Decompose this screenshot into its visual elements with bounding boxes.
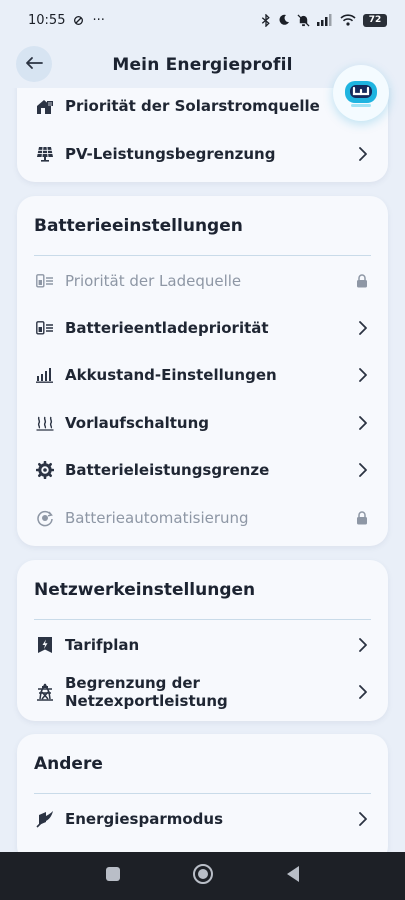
solar-settings-card: Priorität der Solarstromquelle PV-Leistu… <box>17 88 388 182</box>
menu-item-tariff-plan[interactable]: Tarifplan <box>17 623 388 667</box>
recents-button[interactable] <box>99 862 127 890</box>
menu-item-energy-saving-mode[interactable]: Energiesparmodus <box>17 797 388 841</box>
menu-item-label: Priorität der Ladequelle <box>65 272 242 290</box>
chevron-right-icon <box>354 320 370 336</box>
chevron-right-icon <box>354 367 370 383</box>
page-title: Mein Energieprofil <box>112 55 293 75</box>
menu-item-battery-level-settings[interactable]: Akkustand-Einstellungen <box>17 353 388 397</box>
menu-item-label: Vorlaufschaltung <box>65 414 209 432</box>
section-title: Andere <box>34 754 103 774</box>
grid-tower-icon <box>35 682 55 702</box>
bluetooth-icon <box>261 13 271 27</box>
sync-icon <box>73 15 84 26</box>
bars-level-icon <box>35 365 55 385</box>
auto-cycle-icon <box>35 508 55 528</box>
chevron-right-icon <box>354 684 370 700</box>
arrow-left-icon <box>25 55 43 74</box>
section-title: Batterieeinstellungen <box>34 216 243 236</box>
menu-item-charge-source-priority[interactable]: Priorität der Ladequelle <box>17 259 388 303</box>
back-nav-button[interactable] <box>279 862 307 890</box>
network-settings-card: Netzwerkeinstellungen Tarifplan Begrenzu… <box>17 560 388 721</box>
mute-bell-icon <box>297 13 310 27</box>
menu-item-battery-automation[interactable]: Batterieautomatisierung <box>17 496 388 540</box>
status-more-dots: ··· <box>92 12 105 28</box>
menu-item-label: Priorität der Solarstromquelle <box>65 97 320 115</box>
home-button[interactable] <box>189 862 217 890</box>
status-time: 10:55 <box>28 12 66 28</box>
assistant-robot-button[interactable] <box>333 65 389 121</box>
lock-icon <box>354 273 370 289</box>
other-settings-card: Andere Energiesparmodus <box>17 734 388 852</box>
menu-item-label: Batterieleistungsgrenze <box>65 461 270 479</box>
menu-item-label: Batterieentladepriorität <box>65 319 269 337</box>
menu-item-battery-discharge-priority[interactable]: Batterieentladepriorität <box>17 306 388 350</box>
triangle-back-icon <box>285 865 301 887</box>
solar-panel-icon <box>35 144 55 164</box>
gear-icon <box>35 460 55 480</box>
status-bar: 10:55 ··· 72 <box>0 0 405 40</box>
menu-item-grid-export-limit[interactable]: Begrenzung der Netzexportleistung <box>17 670 388 714</box>
menu-item-label: PV-Leistungsbegrenzung <box>65 145 276 163</box>
menu-item-label: Akkustand-Einstellungen <box>65 366 277 384</box>
system-navigation-bar <box>0 852 405 900</box>
eco-leaf-icon <box>35 809 55 829</box>
section-divider <box>34 793 371 794</box>
settings-list[interactable]: Priorität der Solarstromquelle PV-Leistu… <box>0 88 405 852</box>
menu-item-pv-limit[interactable]: PV-Leistungsbegrenzung <box>17 132 388 176</box>
menu-item-label: Energiesparmodus <box>65 810 224 828</box>
square-icon <box>105 866 121 886</box>
robot-icon <box>341 71 381 115</box>
heat-waves-icon <box>35 413 55 433</box>
battery-list-icon <box>35 271 55 291</box>
battery-level: 72 <box>363 13 387 27</box>
menu-item-label: Tarifplan <box>65 636 140 654</box>
home-circle-icon <box>192 863 214 889</box>
menu-item-battery-power-limit[interactable]: Batterieleistungsgrenze <box>17 448 388 492</box>
lock-icon <box>354 510 370 526</box>
signal-icon <box>317 14 333 26</box>
house-solar-icon <box>35 96 55 116</box>
battery-list-icon <box>35 318 55 338</box>
section-divider <box>34 619 371 620</box>
tariff-bolt-icon <box>35 635 55 655</box>
menu-item-label: Begrenzung der Netzexportleistung <box>65 674 228 710</box>
menu-item-preheating[interactable]: Vorlaufschaltung <box>17 401 388 445</box>
chevron-right-icon <box>354 462 370 478</box>
section-title: Netzwerkeinstellungen <box>34 580 256 600</box>
chevron-right-icon <box>354 637 370 653</box>
section-divider <box>34 255 371 256</box>
chevron-right-icon <box>354 146 370 162</box>
back-button[interactable] <box>16 46 52 82</box>
menu-item-label: Batterieautomatisierung <box>65 509 249 527</box>
moon-icon <box>278 14 290 26</box>
wifi-icon <box>340 14 356 26</box>
chevron-right-icon <box>354 811 370 827</box>
battery-settings-card: Batterieeinstellungen Priorität der Lade… <box>17 196 388 546</box>
chevron-right-icon <box>354 415 370 431</box>
